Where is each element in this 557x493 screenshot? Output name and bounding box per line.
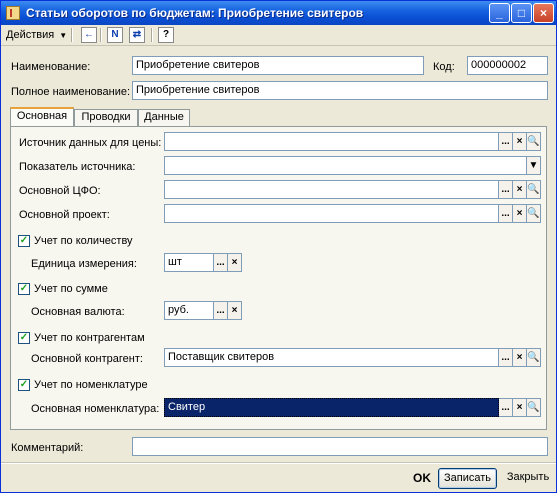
main-cfo-clear-icon[interactable]: × xyxy=(513,180,527,199)
main-project-open-icon[interactable]: 🔍 xyxy=(527,204,541,223)
currency-clear-icon[interactable]: × xyxy=(228,301,242,320)
sum-accounting-label: Учет по сумме xyxy=(34,283,108,295)
footer-separator xyxy=(1,462,556,464)
tab-data[interactable]: Данные xyxy=(138,109,190,126)
nomenclature-field[interactable]: Свитер xyxy=(164,398,499,417)
main-cfo-label: Основной ЦФО: xyxy=(19,185,101,197)
nomenclature-accounting-label: Учет по номенклатуре xyxy=(34,379,148,391)
tab-postings[interactable]: Проводки xyxy=(74,109,138,126)
code-field[interactable]: 000000002 xyxy=(467,56,548,75)
minimize-button[interactable]: _ xyxy=(489,3,510,23)
contractor-accounting-label: Учет по контрагентам xyxy=(34,332,145,344)
main-project-label: Основной проект: xyxy=(19,209,110,221)
unit-clear-icon[interactable]: × xyxy=(228,253,242,272)
copy-record-icon[interactable]: ⇄ xyxy=(129,27,145,43)
nomenclature-accounting-checkbox[interactable]: ✓ xyxy=(18,379,30,391)
toolbar-separator xyxy=(151,28,153,42)
comment-label: Комментарий: xyxy=(11,442,84,454)
main-cfo-open-icon[interactable]: 🔍 xyxy=(527,180,541,199)
dropdown-arrow-icon[interactable]: ▼ xyxy=(527,156,541,175)
main-cfo-field[interactable] xyxy=(164,180,499,199)
actions-menu-label: Действия xyxy=(6,29,55,41)
qty-accounting-label: Учет по количеству xyxy=(34,235,133,247)
source-indicator-label: Показатель источника: xyxy=(19,161,136,173)
contractor-clear-icon[interactable]: × xyxy=(513,348,527,367)
nomenclature-label: Основная номенклатура: xyxy=(31,403,160,415)
close-window-button[interactable]: × xyxy=(533,3,554,23)
document-icon xyxy=(6,6,20,20)
help-icon[interactable]: ? xyxy=(158,27,174,43)
price-source-label: Источник данных для цены: xyxy=(19,137,162,149)
contractor-select-button[interactable]: ... xyxy=(499,348,513,367)
price-source-select-button[interactable]: ... xyxy=(499,132,513,151)
name-field[interactable]: Приобретение свитеров xyxy=(132,56,424,75)
price-source-open-icon[interactable]: 🔍 xyxy=(527,132,541,151)
save-button[interactable]: Записать xyxy=(438,468,497,489)
full-name-field[interactable]: Приобретение свитеров xyxy=(132,81,548,100)
title-bar[interactable]: Статьи оборотов по бюджетам: Приобретени… xyxy=(1,1,556,25)
sum-accounting-checkbox[interactable]: ✓ xyxy=(18,283,30,295)
main-cfo-select-button[interactable]: ... xyxy=(499,180,513,199)
code-label: Код: xyxy=(433,61,455,73)
tab-main[interactable]: Основная xyxy=(10,107,74,127)
currency-select-button[interactable]: ... xyxy=(214,301,228,320)
nomenclature-clear-icon[interactable]: × xyxy=(513,398,527,417)
maximize-button[interactable]: □ xyxy=(511,3,532,23)
main-project-clear-icon[interactable]: × xyxy=(513,204,527,223)
window-title: Статьи оборотов по бюджетам: Приобретени… xyxy=(26,6,364,20)
price-source-field[interactable] xyxy=(164,132,499,151)
full-name-label: Полное наименование: xyxy=(11,86,131,98)
currency-label: Основная валюта: xyxy=(31,306,125,318)
ok-button[interactable]: OK xyxy=(408,468,436,488)
toolbar-separator xyxy=(71,28,73,42)
nomenclature-open-icon[interactable]: 🔍 xyxy=(527,398,541,417)
contractor-label: Основной контрагент: xyxy=(31,353,143,365)
unit-select-button[interactable]: ... xyxy=(214,253,228,272)
price-source-clear-icon[interactable]: × xyxy=(513,132,527,151)
source-indicator-select[interactable] xyxy=(164,156,527,175)
toolbar: Действия ▼ ← Ν ⇄ ? xyxy=(1,25,556,46)
qty-accounting-checkbox[interactable]: ✓ xyxy=(18,235,30,247)
contractor-field[interactable]: Поставщик свитеров xyxy=(164,348,499,367)
toolbar-separator xyxy=(100,28,102,42)
go-back-icon[interactable]: ← xyxy=(81,27,97,43)
close-button[interactable]: Закрыть xyxy=(501,468,555,489)
contractor-accounting-checkbox[interactable]: ✓ xyxy=(18,332,30,344)
form-structure-icon[interactable]: Ν xyxy=(107,27,123,43)
main-project-field[interactable] xyxy=(164,204,499,223)
main-project-select-button[interactable]: ... xyxy=(499,204,513,223)
actions-menu[interactable]: Действия ▼ xyxy=(6,27,67,43)
name-label: Наименование: xyxy=(11,61,91,73)
currency-field[interactable]: руб. xyxy=(164,301,214,320)
nomenclature-select-button[interactable]: ... xyxy=(499,398,513,417)
unit-field[interactable]: шт xyxy=(164,253,214,272)
menu-arrow-icon: ▼ xyxy=(59,31,68,40)
budget-item-window: Статьи оборотов по бюджетам: Приобретени… xyxy=(0,0,557,493)
unit-label: Единица измерения: xyxy=(31,258,137,270)
comment-field[interactable] xyxy=(132,437,548,456)
contractor-open-icon[interactable]: 🔍 xyxy=(527,348,541,367)
